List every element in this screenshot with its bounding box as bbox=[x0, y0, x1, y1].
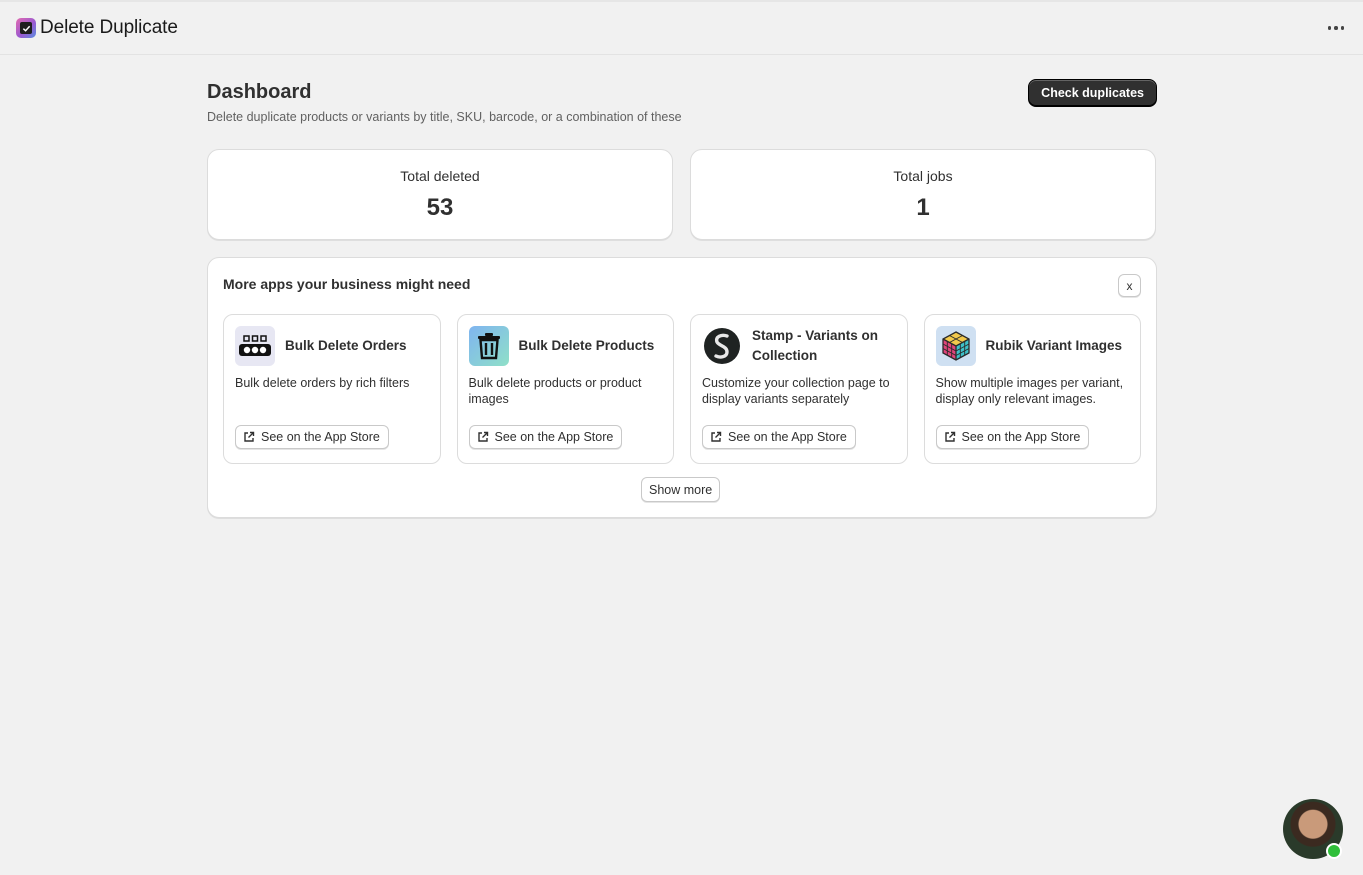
stamp-logo-icon bbox=[702, 326, 742, 366]
app-description: Customize your collection page to displa… bbox=[702, 376, 890, 406]
more-actions-button[interactable] bbox=[1325, 18, 1347, 38]
stat-value: 1 bbox=[916, 194, 930, 221]
app-item-bulk-delete-products: Bulk Delete Products Bulk delete product… bbox=[456, 314, 674, 464]
see-on-app-store-button[interactable]: See on the App Store bbox=[235, 425, 389, 449]
app-item-rubik-variant-images: Rubik Variant Images Show multiple image… bbox=[923, 314, 1141, 464]
page-header: Dashboard Delete duplicate products or v… bbox=[207, 55, 1157, 149]
external-link-icon bbox=[477, 431, 489, 443]
app-name: Rubik Variant Images bbox=[985, 338, 1123, 353]
app-logo-icon bbox=[16, 18, 36, 38]
stats-row: Total deleted 53 Total jobs 1 bbox=[207, 149, 1157, 240]
stat-card-total-jobs: Total jobs 1 bbox=[690, 149, 1156, 240]
stat-label: Total deleted bbox=[400, 168, 480, 184]
recommended-apps-title: More apps your business might need bbox=[223, 276, 471, 292]
stat-value: 53 bbox=[426, 194, 454, 221]
app-list: Bulk Delete Orders Bulk delete orders by… bbox=[223, 314, 1141, 464]
online-status-indicator bbox=[1326, 843, 1342, 859]
support-chat-avatar[interactable] bbox=[1283, 799, 1343, 859]
app-description: Show multiple images per variant, displa… bbox=[935, 376, 1124, 406]
top-bar: Delete Duplicate bbox=[0, 0, 1363, 55]
see-on-app-store-button[interactable]: See on the App Store bbox=[468, 425, 623, 449]
show-more-button[interactable]: Show more bbox=[641, 477, 721, 502]
stat-label: Total jobs bbox=[893, 168, 953, 184]
see-on-app-store-button[interactable]: See on the App Store bbox=[935, 425, 1090, 449]
app-title: Delete Duplicate bbox=[40, 17, 178, 38]
external-link-icon bbox=[710, 431, 722, 443]
button-label: See on the App Store bbox=[261, 430, 380, 444]
app-description: Bulk delete orders by rich filters bbox=[235, 376, 410, 390]
rubik-cube-icon bbox=[935, 326, 976, 366]
button-label: See on the App Store bbox=[728, 430, 847, 444]
orders-icon bbox=[235, 326, 275, 366]
page-title: Dashboard bbox=[207, 81, 312, 103]
external-link-icon bbox=[243, 431, 255, 443]
main-content: Dashboard Delete duplicate products or v… bbox=[207, 55, 1157, 518]
button-label: See on the App Store bbox=[961, 430, 1081, 444]
check-duplicates-button[interactable]: Check duplicates bbox=[1028, 79, 1157, 107]
app-name: Bulk Delete Products bbox=[518, 338, 655, 353]
trash-icon bbox=[468, 326, 509, 366]
stat-card-total-deleted: Total deleted 53 bbox=[207, 149, 673, 240]
app-description: Bulk delete products or product images bbox=[468, 376, 642, 406]
app-name: Bulk Delete Orders bbox=[285, 338, 407, 353]
more-horizontal-icon bbox=[1327, 26, 1332, 30]
page-subtitle: Delete duplicate products or variants by… bbox=[207, 110, 682, 124]
app-name: Stamp - Variants on Collection bbox=[752, 328, 879, 363]
external-link-icon bbox=[944, 431, 956, 443]
recommended-apps-card: More apps your business might need x Bul… bbox=[207, 257, 1157, 518]
see-on-app-store-button[interactable]: See on the App Store bbox=[702, 425, 856, 449]
app-item-bulk-delete-orders: Bulk Delete Orders Bulk delete orders by… bbox=[223, 314, 441, 464]
close-recommendations-button[interactable]: x bbox=[1118, 274, 1141, 297]
button-label: See on the App Store bbox=[494, 430, 614, 444]
app-item-stamp-variants: Stamp - Variants on Collection Customize… bbox=[690, 314, 908, 464]
